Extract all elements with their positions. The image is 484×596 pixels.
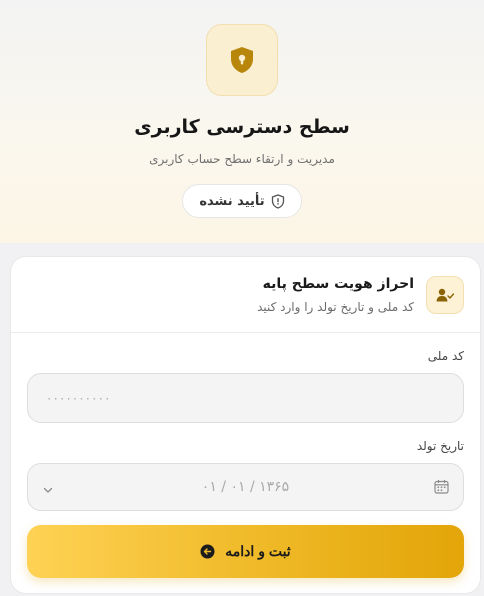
submit-button-label: ثبت و ادامه	[225, 543, 291, 559]
identity-card: احراز هویت سطح پایه کد ملی و تاریخ تولد …	[10, 256, 481, 594]
user-icon-container	[426, 275, 464, 314]
chevron-down-icon[interactable]	[42, 481, 54, 500]
page-subtitle: مدیریت و ارتقاء سطح حساب کاربری	[149, 152, 335, 166]
user-check-icon	[436, 288, 454, 301]
birth-date-label: تاریخ تولد	[416, 439, 464, 453]
status-badge-label: تأیید نشده	[199, 193, 265, 209]
birth-date-input[interactable]: ۰۱ / ۰۱ / ۱۳۶۵	[27, 463, 464, 511]
card-header: احراز هویت سطح پایه کد ملی و تاریخ تولد …	[11, 257, 480, 333]
shield-info-icon	[271, 193, 284, 209]
card-subtitle: کد ملی و تاریخ تولد را وارد کنید	[257, 299, 414, 314]
shield-icon-container	[206, 24, 278, 96]
status-badge: تأیید نشده	[182, 184, 302, 218]
birth-date-placeholder: ۰۱ / ۰۱ / ۱۳۶۵	[201, 479, 290, 495]
card-title: احراز هویت سطح پایه	[262, 275, 414, 292]
national-id-placeholder: ۰۰۰۰۰۰۰۰۰۰	[46, 391, 111, 405]
shield-lock-icon	[231, 47, 253, 73]
national-id-label: کد ملی	[427, 349, 464, 363]
national-id-input[interactable]: ۰۰۰۰۰۰۰۰۰۰	[27, 373, 464, 423]
page-header: سطح دسترسی کاربری مدیریت و ارتقاء سطح حس…	[0, 0, 484, 243]
arrow-left-circle-icon	[200, 544, 215, 559]
submit-button[interactable]: ثبت و ادامه	[27, 525, 464, 578]
page-title: سطح دسترسی کاربری	[134, 116, 350, 138]
